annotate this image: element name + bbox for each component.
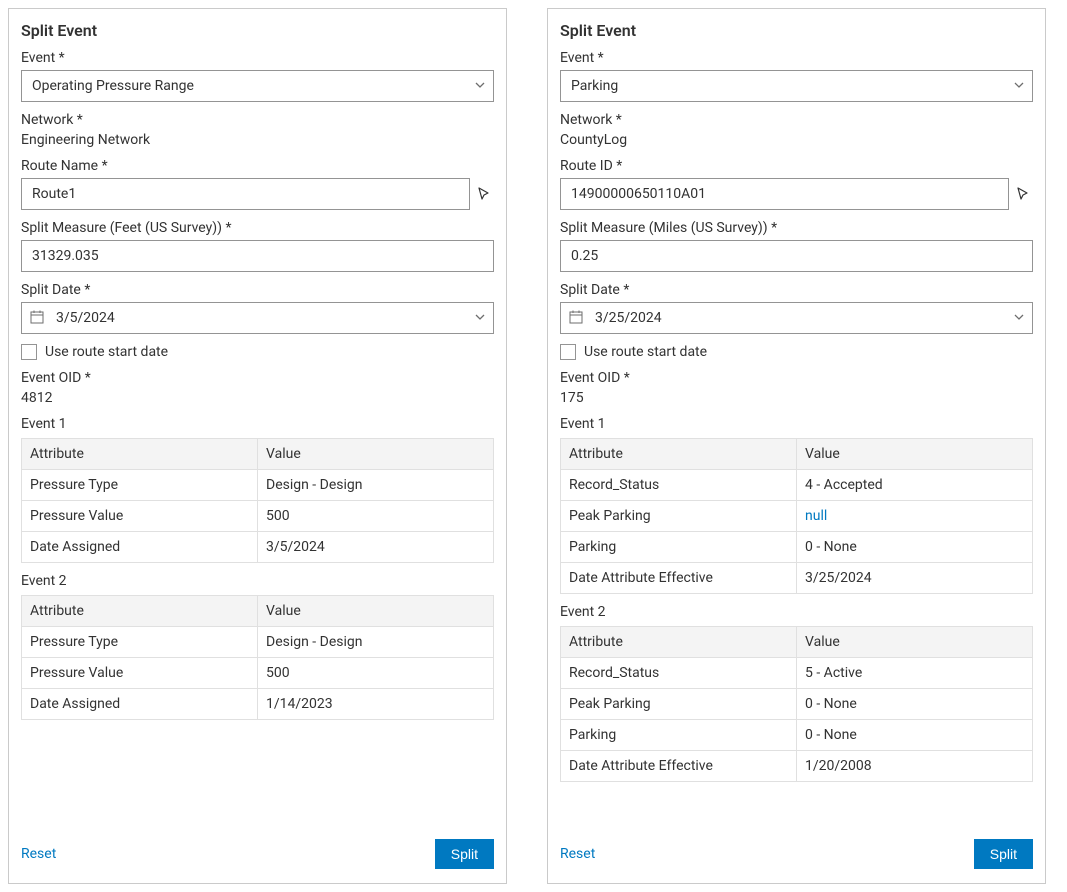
event2-heading: Event 2 — [21, 573, 494, 589]
table-row: Date Attribute Effective1/20/2008 — [561, 751, 1033, 782]
pane-title: Split Event — [560, 21, 1033, 40]
event2-table: Attribute Value Record_Status5 - Active … — [560, 626, 1033, 782]
table-header-attribute: Attribute — [561, 439, 797, 470]
table-row: Peak Parking0 - None — [561, 689, 1033, 720]
table-header-attribute: Attribute — [561, 627, 797, 658]
table-header-value: Value — [797, 439, 1033, 470]
event1-heading: Event 1 — [560, 416, 1033, 432]
table-header-value: Value — [258, 596, 494, 627]
event1-table: Attribute Value Pressure TypeDesign - De… — [21, 438, 494, 563]
table-header-attribute: Attribute — [22, 439, 258, 470]
pane-title: Split Event — [21, 21, 494, 40]
split-button[interactable]: Split — [974, 839, 1033, 869]
table-row: Peak Parkingnull — [561, 501, 1033, 532]
route-label: Route ID * — [560, 158, 1033, 174]
use-route-start-label: Use route start date — [45, 344, 168, 360]
measure-input[interactable]: 31329.035 — [21, 240, 494, 272]
table-row: Pressure TypeDesign - Design — [22, 627, 494, 658]
chevron-down-icon — [1013, 311, 1025, 323]
calendar-icon — [568, 309, 584, 325]
chevron-down-icon — [474, 79, 486, 91]
table-row: Date Attribute Effective3/25/2024 — [561, 563, 1033, 594]
date-label: Split Date * — [21, 282, 494, 298]
date-label: Split Date * — [560, 282, 1033, 298]
event-label: Event * — [21, 50, 494, 66]
table-row: Parking0 - None — [561, 532, 1033, 563]
oid-label: Event OID * — [560, 370, 1033, 386]
reset-link[interactable]: Reset — [560, 846, 595, 862]
event2-table: Attribute Value Pressure TypeDesign - De… — [21, 595, 494, 720]
measure-label: Split Measure (Feet (US Survey)) * — [21, 220, 494, 236]
network-label: Network * — [21, 112, 494, 128]
table-header-value: Value — [258, 439, 494, 470]
table-row: Pressure Value500 — [22, 658, 494, 689]
chevron-down-icon — [1013, 79, 1025, 91]
oid-value: 175 — [560, 390, 1033, 406]
calendar-icon — [29, 309, 45, 325]
table-row: Record_Status5 - Active — [561, 658, 1033, 689]
pick-route-icon[interactable] — [1015, 185, 1033, 203]
measure-input[interactable]: 0.25 — [560, 240, 1033, 272]
event1-heading: Event 1 — [21, 416, 494, 432]
reset-link[interactable]: Reset — [21, 846, 56, 862]
split-event-pane: Split Event Event * Operating Pressure R… — [8, 8, 507, 884]
table-header-value: Value — [797, 627, 1033, 658]
route-input[interactable]: 14900000650110A01 — [560, 178, 1009, 210]
chevron-down-icon — [474, 311, 486, 323]
route-label: Route Name * — [21, 158, 494, 174]
network-value: Engineering Network — [21, 132, 494, 148]
measure-label: Split Measure (Miles (US Survey)) * — [560, 220, 1033, 236]
event-label: Event * — [560, 50, 1033, 66]
table-row: Parking0 - None — [561, 720, 1033, 751]
oid-value: 4812 — [21, 390, 494, 406]
pick-route-icon[interactable] — [476, 185, 494, 203]
date-input[interactable]: 3/5/2024 — [21, 302, 494, 334]
use-route-start-checkbox[interactable] — [560, 344, 576, 360]
table-row: Record_Status4 - Accepted — [561, 470, 1033, 501]
date-input[interactable]: 3/25/2024 — [560, 302, 1033, 334]
split-event-pane: Split Event Event * Parking Network * Co… — [547, 8, 1046, 884]
network-label: Network * — [560, 112, 1033, 128]
network-value: CountyLog — [560, 132, 1033, 148]
route-input[interactable]: Route1 — [21, 178, 470, 210]
use-route-start-checkbox[interactable] — [21, 344, 37, 360]
table-row: Date Assigned3/5/2024 — [22, 532, 494, 563]
table-row: Pressure TypeDesign - Design — [22, 470, 494, 501]
oid-label: Event OID * — [21, 370, 494, 386]
table-header-attribute: Attribute — [22, 596, 258, 627]
table-row: Pressure Value500 — [22, 501, 494, 532]
use-route-start-label: Use route start date — [584, 344, 707, 360]
event2-heading: Event 2 — [560, 604, 1033, 620]
table-row: Date Assigned1/14/2023 — [22, 689, 494, 720]
event-select[interactable]: Parking — [560, 70, 1033, 102]
event1-table: Attribute Value Record_Status4 - Accepte… — [560, 438, 1033, 594]
split-button[interactable]: Split — [435, 839, 494, 869]
event-select[interactable]: Operating Pressure Range — [21, 70, 494, 102]
